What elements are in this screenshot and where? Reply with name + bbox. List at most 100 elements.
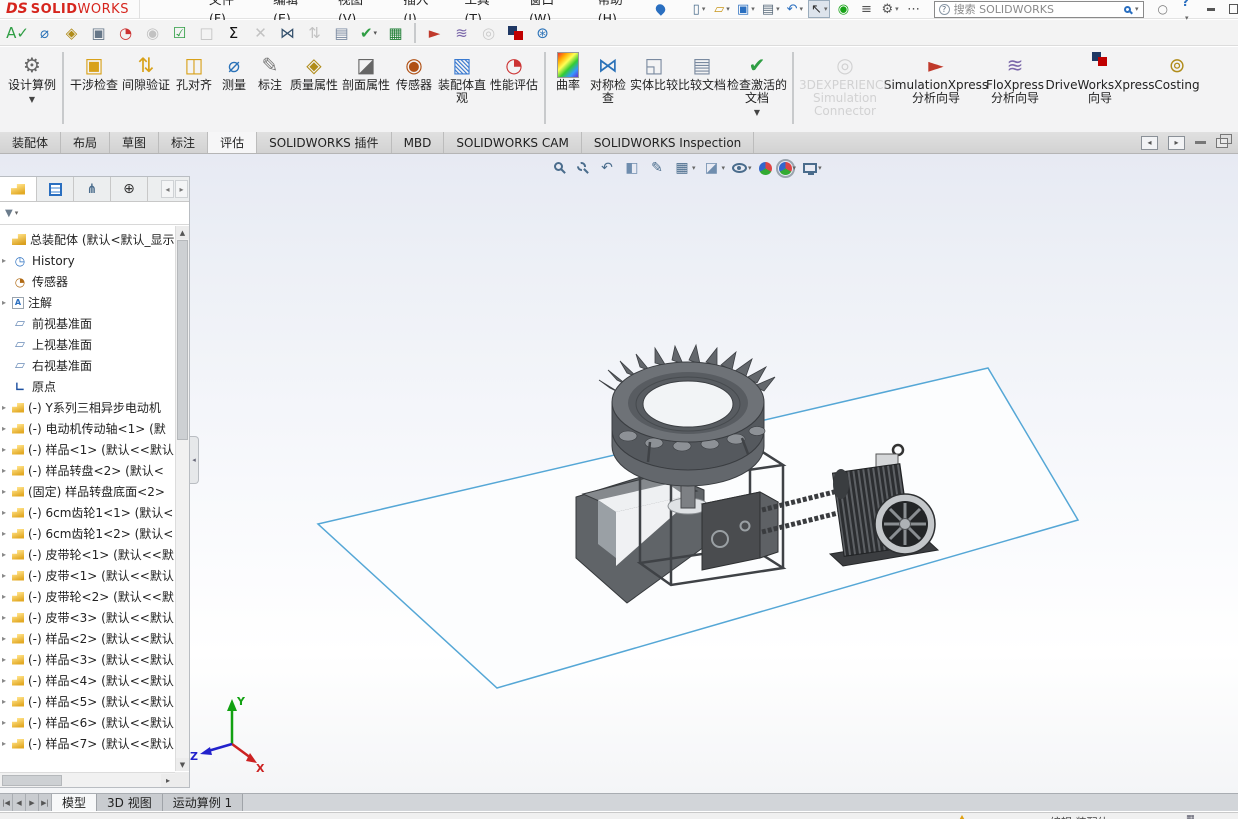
expander-icon[interactable] [2, 613, 12, 622]
quick-access-button[interactable]: ⋯ [904, 0, 924, 18]
command-button[interactable]: ◱ 实体比较 ▼ [630, 47, 678, 92]
tree-item[interactable]: (-) 皮带<1> (默认<<默认 [0, 565, 175, 586]
command-button[interactable]: ⚙ 设计算例 ▼ [6, 47, 58, 104]
tree-item[interactable]: (-) 样品<5> (默认<<默认 [0, 691, 175, 712]
toolbar-button[interactable]: ≋ [448, 22, 475, 44]
quick-access-button[interactable]: ⚙ [879, 0, 900, 18]
toolbar-button[interactable]: ✔ [355, 22, 382, 44]
heads-up-button[interactable]: ✎ [648, 159, 666, 177]
expander-icon[interactable] [2, 676, 12, 685]
heads-up-button[interactable] [552, 162, 568, 174]
quick-access-button[interactable]: ↖ [808, 0, 831, 18]
tree-item[interactable]: 右视基准面 [0, 355, 175, 376]
heads-up-button[interactable]: ▦ [673, 159, 696, 177]
expander-icon[interactable] [2, 592, 12, 601]
expander-icon[interactable] [2, 403, 12, 412]
custom-toolbar-icon[interactable]: ▦ [1186, 814, 1195, 819]
command-button[interactable]: ◉ 传感器 ▼ [392, 47, 436, 92]
heads-up-button[interactable] [575, 162, 591, 174]
toolbar-button[interactable]: ✕ [247, 22, 274, 44]
toolbar-button[interactable]: ⇅ [301, 22, 328, 44]
document-tab[interactable]: 运动算例 1 [162, 794, 244, 811]
tree-item[interactable]: (-) 皮带轮<2> (默认<<默 [0, 586, 175, 607]
tree-item[interactable]: (-) 样品<2> (默认<<默认 [0, 628, 175, 649]
expander-icon[interactable] [2, 508, 12, 517]
toolbar-button[interactable]: ⌀ [31, 22, 58, 44]
command-button[interactable]: ✔ 检查激活的文档 ▼ [726, 47, 788, 117]
expander-icon[interactable] [2, 445, 12, 454]
collapse-left-pane-icon[interactable]: ◂ [1141, 135, 1158, 150]
expander-icon[interactable] [2, 655, 12, 664]
command-button[interactable]: ⊚ Costing ▼ [1150, 47, 1204, 92]
tab-next-icon[interactable]: ▶ [26, 794, 39, 811]
command-button[interactable]: ▣ 干涉检查 ▼ [68, 47, 120, 92]
command-button[interactable]: ⌀ 测量 ▼ [216, 47, 252, 92]
panel-splitter-handle[interactable]: ◂ [190, 436, 199, 484]
toolbar-button[interactable]: ⊛ [529, 22, 556, 44]
pin-icon[interactable] [653, 2, 668, 16]
document-restore-icon[interactable] [1216, 133, 1232, 148]
tree-item[interactable]: (-) 6cm齿轮1<2> (默认< [0, 523, 175, 544]
tree-item[interactable]: (-) 样品<3> (默认<<默认 [0, 649, 175, 670]
expander-icon[interactable] [2, 550, 12, 559]
toolbar-button[interactable]: ► [421, 22, 448, 44]
search-dropdown-icon[interactable]: ▾ [1135, 5, 1139, 13]
tab-featuremanager[interactable] [0, 177, 37, 201]
toolbar-button[interactable]: ▦ [382, 22, 409, 44]
search-box[interactable]: ? 搜索 SOLIDWORKS ▾ [933, 0, 1144, 18]
toolbar-button[interactable]: Σ [220, 22, 247, 44]
tree-item[interactable]: (-) 样品转盘<2> (默认< [0, 460, 175, 481]
quick-access-button[interactable]: ▣ [735, 0, 757, 18]
expander-icon[interactable] [2, 739, 12, 748]
expander-icon[interactable] [2, 424, 12, 433]
ribbon-tab[interactable]: 草图 [110, 132, 160, 153]
scroll-right-icon[interactable]: ▸ [175, 180, 188, 198]
tab-prev-icon[interactable]: ◀ [13, 794, 26, 811]
minimize-button[interactable] [1206, 7, 1215, 11]
collapse-right-pane-icon[interactable]: ▸ [1168, 135, 1185, 150]
toolbar-button[interactable]: ◎ [475, 22, 502, 44]
command-button[interactable]: ⋈ 对称检查 ▼ [586, 47, 630, 105]
tree-item[interactable]: (-) 皮带<3> (默认<<默认 [0, 607, 175, 628]
heads-up-button[interactable] [803, 163, 822, 175]
command-button[interactable]: ▼ [792, 52, 794, 124]
quick-access-button[interactable]: ≡ [856, 0, 876, 18]
toolbar-button[interactable]: □ [193, 22, 220, 44]
tree-item[interactable]: 传感器 [0, 271, 175, 292]
tree-item[interactable]: (-) 样品<6> (默认<<默认 [0, 712, 175, 733]
expander-icon[interactable] [2, 466, 12, 475]
tab-dimxpertmanager[interactable]: ⊕ [111, 177, 148, 201]
search-input[interactable]: 搜索 SOLIDWORKS [954, 1, 1120, 17]
tree-vertical-scrollbar[interactable]: ▲ ▼ [175, 226, 189, 771]
quick-access-button[interactable]: ↶ [785, 0, 805, 18]
toolbar-button[interactable] [502, 22, 529, 44]
ribbon-tab[interactable]: 评估 [208, 132, 258, 153]
toolbar-button[interactable]: ▣ [85, 22, 112, 44]
heads-up-button[interactable] [732, 163, 752, 173]
search-icon[interactable] [1124, 5, 1132, 13]
expander-icon[interactable] [2, 718, 12, 727]
scrollbar-thumb[interactable] [2, 775, 62, 786]
tree-item[interactable]: (-) 6cm齿轮1<1> (默认< [0, 502, 175, 523]
scroll-right-icon[interactable]: ▸ [161, 774, 175, 787]
quick-access-button[interactable]: ▱ [712, 0, 732, 18]
scroll-left-icon[interactable]: ◂ [161, 180, 174, 198]
tree-item[interactable]: (-) 电动机传动轴<1> (默 [0, 418, 175, 439]
tree-horizontal-scrollbar[interactable]: ▸ [0, 772, 175, 787]
tree-item[interactable]: (-) 样品<1> (默认<<默认 [0, 439, 175, 460]
heads-up-button[interactable]: ◧ [623, 159, 641, 177]
toolbar-button[interactable]: ☑ [166, 22, 193, 44]
command-button[interactable]: ▤ 比较文档 ▼ [678, 47, 726, 92]
ribbon-tab[interactable]: SOLIDWORKS CAM [444, 132, 582, 153]
expander-icon[interactable] [2, 529, 12, 538]
tree-item[interactable]: (-) 皮带轮<1> (默认<<默 [0, 544, 175, 565]
expander-icon[interactable] [2, 571, 12, 580]
command-button[interactable]: ⇅ 间隙验证 ▼ [120, 47, 172, 92]
scroll-down-icon[interactable]: ▼ [176, 758, 189, 771]
expander-icon[interactable] [2, 298, 12, 307]
command-button[interactable]: ✎ 标注 ▼ [252, 47, 288, 92]
tree-item[interactable]: History [0, 250, 175, 271]
toolbar-button[interactable]: ⋈ [274, 22, 301, 44]
heads-up-button[interactable] [775, 158, 797, 178]
toolbar-button[interactable]: ◈ [58, 22, 85, 44]
